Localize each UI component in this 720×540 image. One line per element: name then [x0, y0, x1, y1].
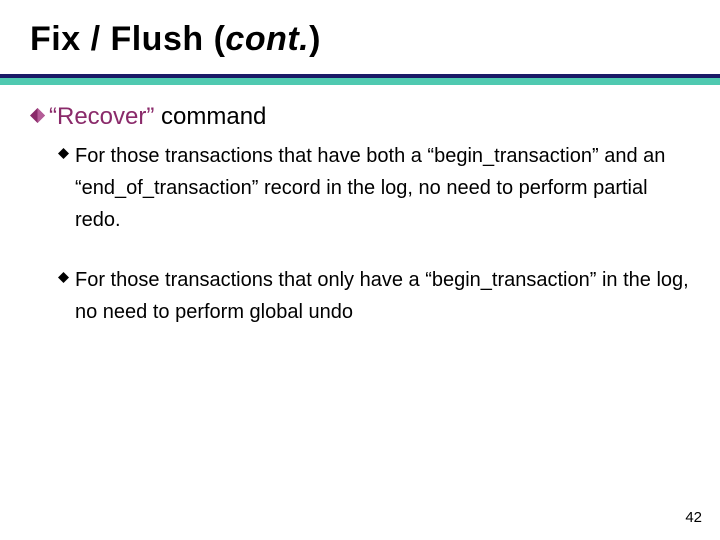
slide: Fix / Flush (cont.) “Recover” command: [0, 0, 720, 540]
title-rule: [0, 74, 720, 85]
page-number: 42: [685, 509, 702, 526]
section-heading: “Recover” command: [30, 102, 690, 132]
bullet-list: For those transactions that have both a …: [58, 140, 690, 328]
slide-title: Fix / Flush (cont.): [30, 20, 321, 59]
section-quoted: “Recover”: [49, 103, 154, 130]
small-diamond-icon: [58, 146, 69, 164]
section-rest: command: [154, 103, 266, 130]
small-diamond-icon: [58, 270, 69, 288]
section-heading-text: “Recover” command: [49, 102, 266, 132]
title-suffix: ): [309, 20, 321, 58]
list-item-text: For those transactions that have both a …: [75, 140, 690, 236]
title-italic: cont.: [225, 20, 309, 58]
list-item: For those transactions that only have a …: [58, 264, 690, 328]
content-area: “Recover” command For those transactions…: [30, 102, 690, 356]
list-item: For those transactions that have both a …: [58, 140, 690, 236]
list-item-text: For those transactions that only have a …: [75, 264, 690, 328]
title-prefix: Fix / Flush (: [30, 20, 225, 58]
rule-teal-line: [0, 78, 720, 85]
diamond-bullet-icon: [30, 108, 45, 128]
